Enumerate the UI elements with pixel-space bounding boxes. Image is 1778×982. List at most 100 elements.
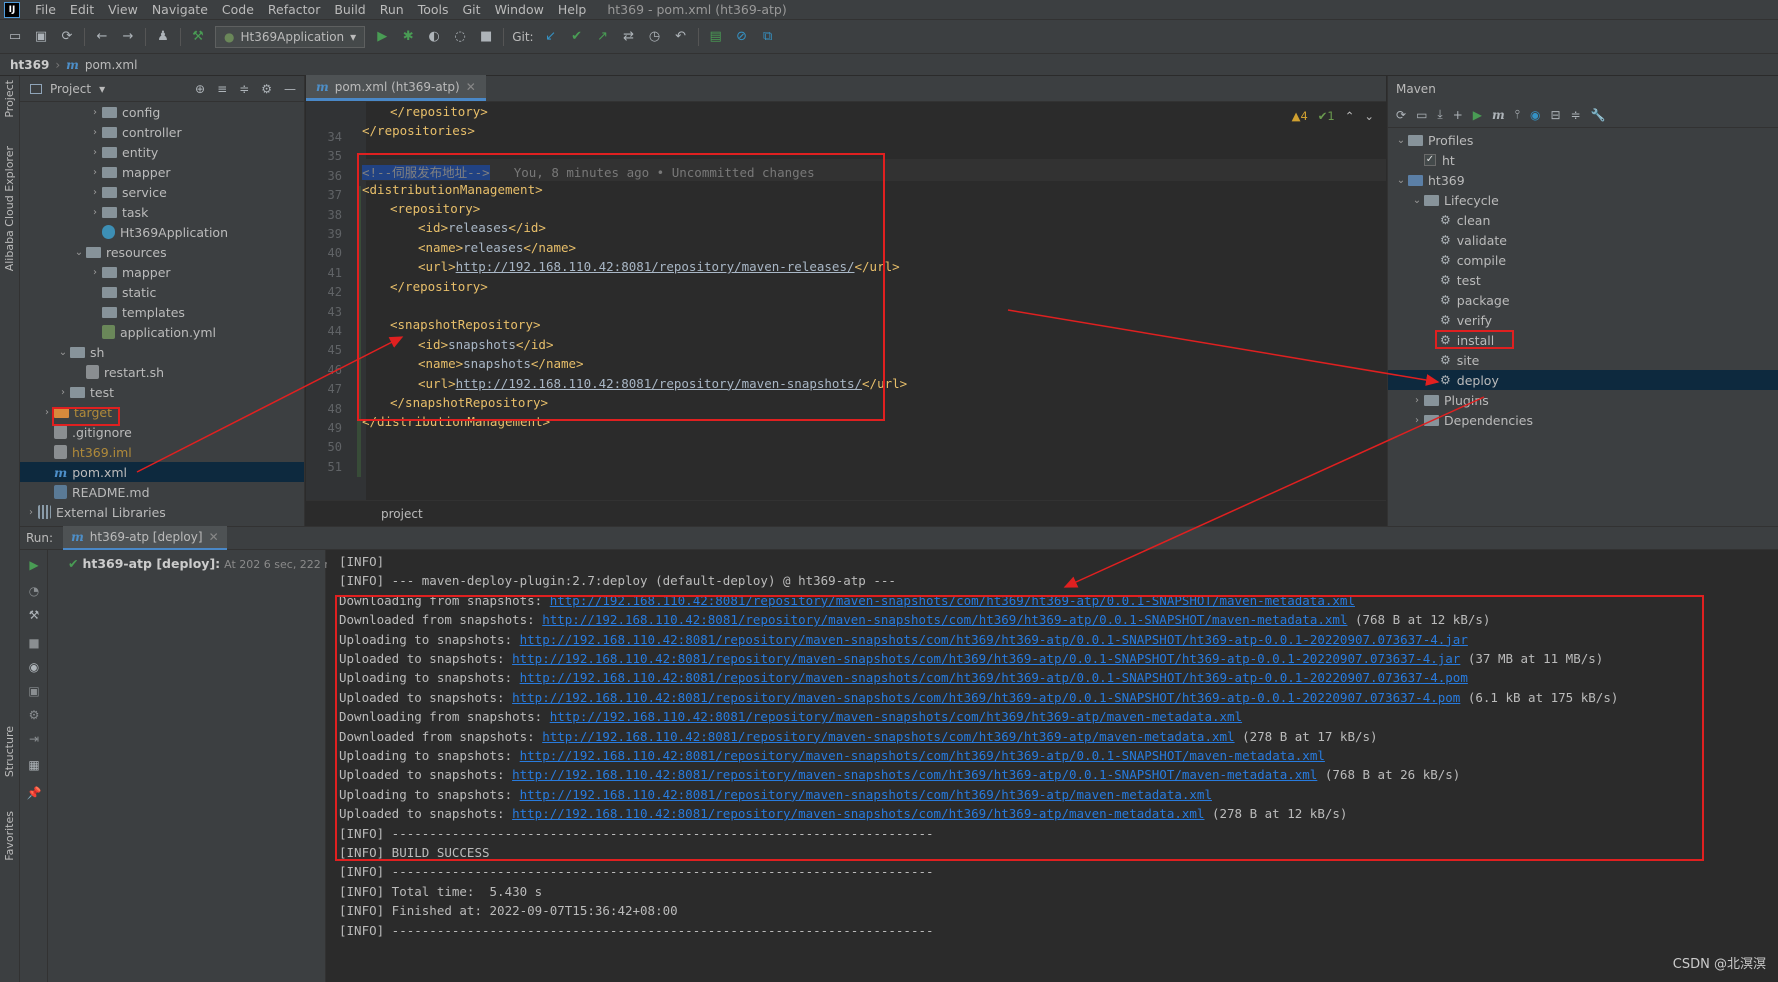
maven-tree-item[interactable]: ✓ ht [1388,150,1778,170]
project-tree-item[interactable]: ht369.iml [20,442,304,462]
project-tree-item[interactable]: Ht369Application [20,222,304,242]
user-icon[interactable]: ♟ [154,28,172,46]
menu-item-code[interactable]: Code [215,2,261,17]
stop-icon[interactable]: ■ [477,28,495,46]
editor-footer-crumb[interactable]: project [381,507,423,521]
project-tree-item[interactable]: › entity [20,142,304,162]
wrench-icon[interactable]: 🔧 [1591,108,1606,122]
project-tree-item[interactable]: restart.sh [20,362,304,382]
settings-gear-icon[interactable]: ⚙ [261,82,272,96]
wrench-icon[interactable]: ⚒ [26,608,42,624]
maven-tree-item[interactable]: ⚙ validate [1388,230,1778,250]
close-icon[interactable]: ✕ [466,80,476,94]
chevron-up-icon[interactable]: ⌃ [1345,109,1355,123]
no-entry-icon[interactable]: ⊘ [733,28,751,46]
inspection-widget[interactable]: ▲4 ✔1 ⌃ ⌄ [1292,109,1374,123]
chevron-down-icon[interactable]: ⌄ [1410,195,1424,206]
cloud-explorer-tool-tab[interactable]: Alibaba Cloud Explorer [3,146,16,271]
profile-icon[interactable]: ◌ [451,28,469,46]
project-tree-item[interactable]: templates [20,302,304,322]
run-configuration-select[interactable]: ● Ht369Application ▾ [215,25,366,48]
dropdown-arrow-icon[interactable]: ▾ [99,82,105,96]
eye-icon[interactable]: ◉ [26,660,42,676]
maven-tree-item[interactable]: › Plugins [1388,390,1778,410]
menu-item-tools[interactable]: Tools [411,2,456,17]
save-icon[interactable]: ▣ [32,28,50,46]
menu-item-help[interactable]: Help [551,2,594,17]
export-icon[interactable]: ⇥ [26,732,42,748]
git-push-icon[interactable]: ↗ [594,28,612,46]
chevron-down-icon[interactable]: ⌄ [1364,109,1374,123]
execute-goal-icon[interactable]: m [1492,108,1505,122]
coverage-icon[interactable]: ◐ [425,28,443,46]
chevron-down-icon[interactable]: ⌄ [1394,175,1408,186]
menu-item-build[interactable]: Build [327,2,372,17]
maven-tree-item[interactable]: ⚙ compile [1388,250,1778,270]
maven-tree-item[interactable]: › Dependencies [1388,410,1778,430]
menu-item-edit[interactable]: Edit [63,2,101,17]
breadcrumb-file[interactable]: pom.xml [85,58,138,72]
layout-icon[interactable]: ▦ [26,758,42,774]
stop-icon[interactable]: ■ [26,636,42,652]
forward-arrow-icon[interactable]: → [119,28,137,46]
maven-tree-item[interactable]: ⚙ package [1388,290,1778,310]
reload-icon[interactable]: ⟳ [1396,108,1406,122]
chevron-down-icon[interactable]: ⌄ [72,247,86,258]
project-tree-item[interactable]: ⌄ resources [20,242,304,262]
locate-icon[interactable]: ⊕ [195,82,205,96]
plus-icon[interactable]: + [1453,108,1463,122]
download-icon[interactable]: ⤓ [1437,107,1442,122]
git-compare-icon[interactable]: ⇄ [620,28,638,46]
settings-gear-icon[interactable]: ⚙ [26,708,42,724]
menu-item-refactor[interactable]: Refactor [261,2,327,17]
project-tree-item[interactable]: static [20,282,304,302]
maven-tree-item[interactable]: ⌄ Lifecycle [1388,190,1778,210]
chevron-right-icon[interactable]: › [88,147,102,158]
maven-tree-item[interactable]: ⚙ test [1388,270,1778,290]
chevron-right-icon[interactable]: › [88,267,102,278]
chevron-right-icon[interactable]: › [88,107,102,118]
chevron-right-icon[interactable]: › [24,507,38,518]
project-tree-item[interactable]: README.md [20,482,304,502]
remote-icon[interactable]: ⧉ [759,28,777,46]
project-tree-item[interactable]: › test [20,382,304,402]
add-folder-icon[interactable]: ▭ [1416,108,1427,122]
menu-item-navigate[interactable]: Navigate [145,2,215,17]
run-icon[interactable]: ▶ [373,28,391,46]
git-rollback-icon[interactable]: ↶ [672,28,690,46]
maven-tree-item[interactable]: ⚙ deploy [1388,370,1778,390]
chevron-right-icon[interactable]: › [88,207,102,218]
build-hammer-icon[interactable]: ⚒ [189,28,207,46]
menu-item-view[interactable]: View [101,2,145,17]
maven-tree-item[interactable]: ⚙ verify [1388,310,1778,330]
git-update-icon[interactable]: ↙ [542,28,560,46]
sync-icon[interactable]: ⟳ [58,28,76,46]
favorites-tool-tab[interactable]: Favorites [3,811,16,861]
project-tree-item[interactable]: › mapper [20,162,304,182]
chevron-right-icon[interactable]: › [88,187,102,198]
chevron-right-icon[interactable]: › [88,167,102,178]
monitor-icon[interactable]: ▤ [707,28,725,46]
menu-item-file[interactable]: File [28,2,63,17]
debug-icon[interactable]: ◔ [26,584,42,600]
skip-tests-icon[interactable]: ◉ [1530,108,1540,122]
project-tree-item[interactable]: › task [20,202,304,222]
project-tree-item[interactable]: ⌄ sh [20,342,304,362]
rerun-icon[interactable]: ▶ [26,558,42,574]
maven-tree-item[interactable]: ⚙ clean [1388,210,1778,230]
project-tree-item[interactable]: application.yml [20,322,304,342]
menu-item-git[interactable]: Git [456,2,488,17]
chevron-right-icon[interactable]: › [1410,415,1424,426]
project-tree-item[interactable]: › mapper [20,262,304,282]
breadcrumb-project[interactable]: ht369 [10,58,49,72]
expand-all-icon[interactable]: ≡ [217,82,227,96]
project-tool-tab[interactable]: Project [3,80,16,118]
back-arrow-icon[interactable]: ← [93,28,111,46]
camera-icon[interactable]: ▣ [26,684,42,700]
close-icon[interactable]: ✕ [209,530,219,544]
open-folder-icon[interactable]: ▭ [6,28,24,46]
hide-icon[interactable]: — [284,82,296,96]
chevron-right-icon[interactable]: › [1410,395,1424,406]
debug-bug-icon[interactable]: ✱ [399,28,417,46]
run-tab-deploy[interactable]: m ht369-atp [deploy] ✕ [63,526,227,550]
